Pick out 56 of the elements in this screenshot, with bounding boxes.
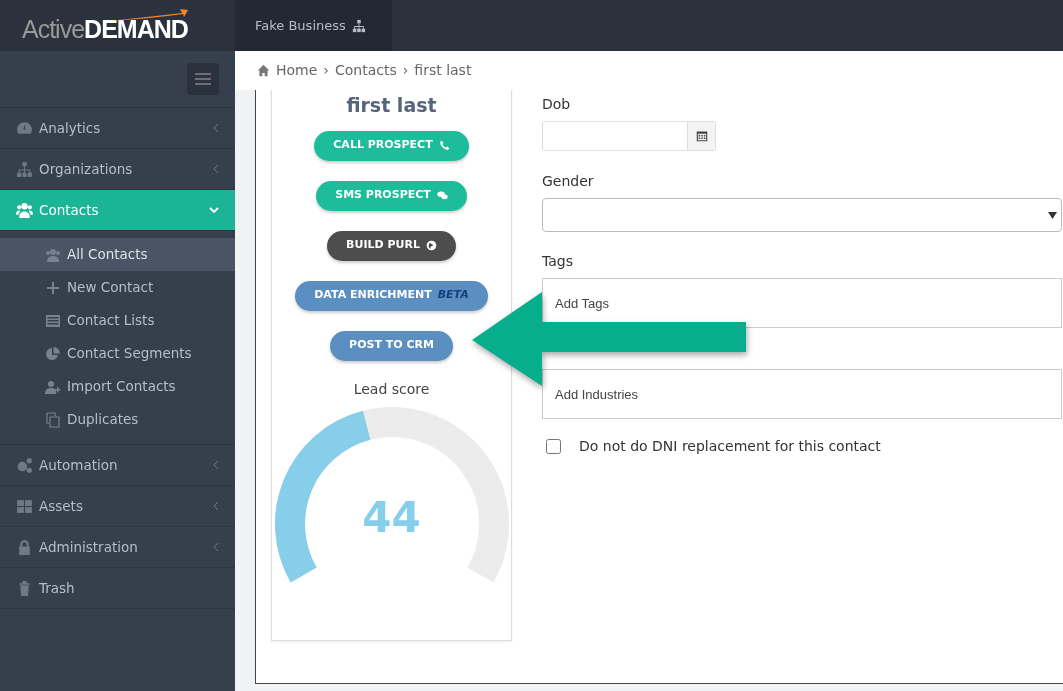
chevron-left-icon [213,123,219,133]
plus-icon [45,279,61,296]
sidebar-item[interactable]: Analytics [0,108,235,149]
action-button[interactable]: BUILD PURL [327,230,456,261]
chevron-left-icon [213,164,219,174]
submenu-item[interactable]: Contact Lists [0,304,235,337]
contact-name: first last [346,93,437,118]
checkbox-label: Do not do DNI replacement for this contact [579,437,881,456]
lead-score-label: Lead score [353,379,430,399]
dropdown-caret-icon [1048,211,1057,219]
menu-icon [195,73,211,85]
copy-icon [45,411,61,428]
sitemap-icon [16,160,33,178]
chevron-down-icon [209,206,219,214]
pie-chart-icon [45,345,61,362]
home-icon [257,64,270,77]
chat-icon [436,190,448,201]
sidebar-item[interactable]: Assets [0,486,235,527]
users-icon [45,246,61,263]
phone-icon [438,140,450,151]
field-label: Dob [542,95,572,114]
submenu-item[interactable]: Duplicates [0,403,235,436]
breadcrumb-separator: › [402,61,409,80]
field-label: Gender [542,172,595,191]
user-plus-icon [45,378,61,395]
trash-icon [16,579,33,597]
submenu-item[interactable]: All Contacts [0,238,235,271]
gender-select[interactable] [542,198,1062,232]
chevron-left-icon [213,542,219,552]
breadcrumb-link[interactable]: Contacts [334,60,397,81]
dni-checkbox[interactable] [546,439,561,454]
list-icon [45,312,61,329]
breadcrumb-separator: › [323,61,329,80]
action-button[interactable]: POST TO CRM [330,330,453,361]
tags-field[interactable]: Add Tags [542,278,1062,328]
action-button[interactable]: DATA ENRICHMENT BETA [295,280,488,311]
chevron-left-icon [213,460,219,470]
gauge-icon [16,119,33,137]
calendar-icon [695,130,708,142]
lead-score-value: 44 [361,496,422,539]
breadcrumb-link[interactable]: Home [276,60,318,81]
submenu-item[interactable]: Import Contacts [0,370,235,403]
submenu-item[interactable]: New Contact [0,271,235,304]
account-switcher[interactable]: Fake Business [235,0,392,51]
menu-toggle-button[interactable] [187,63,219,95]
submenu-item[interactable]: Contact Segments [0,337,235,370]
sidebar-item[interactable]: Administration [0,527,235,568]
field-label: Tags [542,252,574,271]
calendar-button[interactable] [687,122,715,150]
users-icon [16,201,33,219]
lock-icon [16,538,33,556]
chevron-left-icon [213,501,219,511]
industries-field[interactable]: Add Industries [542,369,1062,419]
sitemap-icon [351,18,366,33]
grid-icon [16,497,33,515]
date-field[interactable] [542,121,716,151]
